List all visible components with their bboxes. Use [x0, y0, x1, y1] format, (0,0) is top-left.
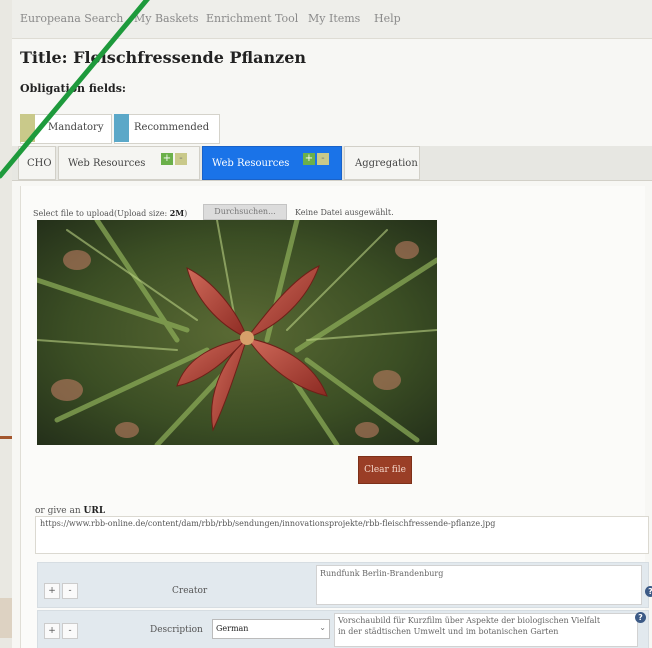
- tab-remove-icon[interactable]: -: [175, 153, 187, 165]
- description-value-field[interactable]: Vorschaubild für Kurzfilm über Aspekte d…: [334, 613, 638, 647]
- tab-web-resources-2[interactable]: Web Resources + -: [202, 146, 342, 180]
- creator-label: Creator: [172, 586, 208, 596]
- clear-file-button[interactable]: Clear file: [358, 456, 412, 484]
- recommended-swatch: [114, 114, 129, 142]
- page-title: Title: Fleischfressende Pflanzen: [20, 48, 307, 67]
- chevron-down-icon: ⌄: [319, 623, 326, 632]
- upload-label-prefix: Select file to upload(Upload size:: [33, 209, 168, 218]
- url-input[interactable]: https://www.rbb-online.de/content/dam/rb…: [35, 516, 649, 554]
- tab-web-resources-1-label: Web Resources: [68, 158, 146, 169]
- browse-button[interactable]: Durchsuchen...: [203, 204, 287, 220]
- nav-help[interactable]: Help: [374, 12, 401, 25]
- upload-label: Select file to upload(Upload size: 2M): [33, 208, 187, 218]
- resource-image: [37, 220, 437, 445]
- tab-cho[interactable]: CHO: [18, 146, 56, 180]
- url-value: https://www.rbb-online.de/content/dam/rb…: [40, 519, 496, 528]
- page: Europeana Search My Baskets Enrichment T…: [0, 0, 652, 648]
- top-navigation: Europeana Search My Baskets Enrichment T…: [12, 0, 652, 39]
- mandatory-swatch: [20, 114, 35, 142]
- nav-my-items[interactable]: My Items: [308, 12, 360, 25]
- upload-label-suffix: ): [184, 209, 188, 218]
- no-file-text: Keine Datei ausgewählt.: [295, 208, 394, 217]
- left-strip: [0, 0, 12, 648]
- tab-web-resources-1[interactable]: Web Resources + -: [58, 146, 200, 180]
- obligation-fields-label: Obligation fields:: [20, 82, 126, 95]
- creator-row: + - Creator Rundfunk Berlin-Brandenburg: [37, 562, 649, 608]
- web-resource-panel: Select file to upload(Upload size: 2M) D…: [20, 186, 652, 648]
- creator-help-icon[interactable]: ?: [645, 586, 652, 597]
- url-label: or give an URL: [35, 506, 105, 516]
- language-select[interactable]: German ⌄: [212, 619, 330, 639]
- creator-remove-button[interactable]: -: [62, 583, 78, 599]
- url-label-prefix: or give an: [35, 506, 81, 516]
- nav-my-baskets[interactable]: My Baskets: [134, 12, 199, 25]
- description-value-line1: Vorschaubild für Kurzfilm über Aspekte d…: [338, 616, 601, 625]
- legend-mandatory-label: Mandatory: [48, 122, 104, 133]
- language-value: German: [216, 624, 249, 633]
- tab-aggregation-label: Aggregation: [355, 158, 418, 169]
- upload-size: 2M: [169, 208, 185, 218]
- nav-europeana-search[interactable]: Europeana Search: [20, 12, 123, 25]
- tab-cho-label: CHO: [27, 158, 52, 169]
- creator-add-button[interactable]: +: [44, 583, 60, 599]
- description-row: + - Description German ⌄ Vorschaubild fü…: [37, 610, 649, 648]
- description-remove-button[interactable]: -: [62, 623, 78, 639]
- description-add-button[interactable]: +: [44, 623, 60, 639]
- description-help-icon[interactable]: ?: [635, 612, 646, 623]
- tab-remove-icon[interactable]: -: [317, 153, 329, 165]
- nav-enrichment-tool[interactable]: Enrichment Tool: [206, 12, 298, 25]
- tab-bar: CHO Web Resources + - Web Resources + - …: [12, 146, 652, 181]
- tab-add-icon[interactable]: +: [161, 153, 173, 165]
- legend-recommended-label: Recommended: [134, 122, 210, 133]
- tab-web-resources-2-label: Web Resources: [212, 158, 290, 169]
- left-footer-block: [0, 598, 12, 638]
- left-accent-bar: [0, 436, 12, 439]
- creator-value: Rundfunk Berlin-Brandenburg: [320, 569, 444, 578]
- tab-add-icon[interactable]: +: [303, 153, 315, 165]
- obligation-legend: Mandatory Recommended: [20, 114, 220, 144]
- url-label-bold: URL: [83, 506, 106, 516]
- tab-aggregation[interactable]: Aggregation: [344, 146, 420, 180]
- description-value-line2: in der städtischen Umwelt und im botanis…: [338, 627, 559, 636]
- carnivorous-plant-image: [37, 220, 437, 445]
- description-label: Description: [150, 625, 203, 635]
- creator-value-field[interactable]: Rundfunk Berlin-Brandenburg: [316, 565, 642, 605]
